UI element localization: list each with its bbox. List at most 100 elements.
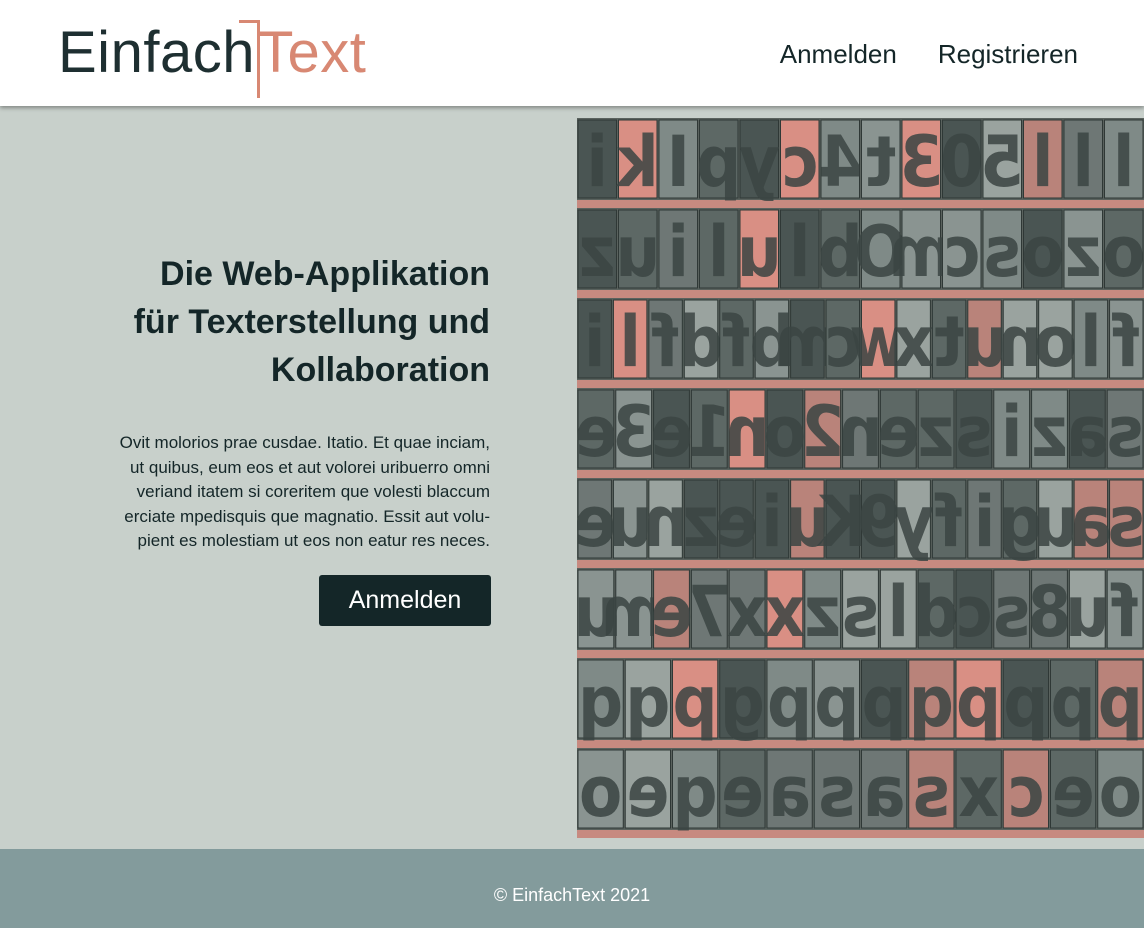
svg-text:z: z [1031, 391, 1068, 473]
svg-text:f: f [1111, 571, 1139, 653]
svg-text:1: 1 [687, 391, 731, 473]
type-block: o [763, 389, 807, 473]
svg-text:z: z [579, 211, 616, 293]
svg-text:p: p [696, 121, 741, 203]
login-button[interactable]: Anmelden [319, 575, 491, 626]
svg-text:x: x [958, 751, 999, 833]
type-block: p [1050, 659, 1097, 743]
type-block: x [727, 569, 768, 653]
type-block: e [577, 389, 617, 473]
svg-text:l: l [1072, 121, 1094, 203]
svg-text:l: l [708, 211, 730, 293]
type-block: l [1073, 299, 1109, 383]
type-block: x [955, 749, 1002, 833]
svg-text:l: l [1113, 121, 1135, 203]
svg-text:o: o [1021, 211, 1064, 293]
svg-text:x: x [765, 571, 806, 653]
type-block: o [1102, 209, 1144, 293]
type-block: l [780, 209, 820, 293]
type-block: 3 [612, 389, 656, 473]
svg-text:k: k [615, 121, 659, 203]
svg-text:p: p [673, 661, 718, 743]
type-block: i [967, 479, 1002, 563]
type-block: p [1097, 659, 1144, 743]
type-block: e [715, 479, 758, 563]
svg-text:i: i [761, 481, 783, 563]
type-block: i [993, 389, 1031, 473]
type-block: p [1002, 659, 1049, 743]
type-block: n [643, 479, 688, 563]
svg-text:p: p [862, 661, 907, 743]
hero-description-line: pient es molestiam ut eos non eatur res … [137, 531, 490, 550]
logo[interactable]: Einfach Text [58, 16, 366, 98]
svg-text:y: y [739, 121, 780, 203]
svg-text:p: p [767, 661, 812, 743]
type-block: e [650, 389, 693, 473]
svg-text:f: f [651, 301, 679, 383]
type-block: a [1066, 389, 1109, 473]
svg-text:f: f [722, 301, 750, 383]
logo-text-einfach: Einfach [58, 20, 255, 85]
svg-text:e: e [577, 391, 617, 473]
svg-text:p: p [1003, 661, 1048, 743]
svg-text:p: p [956, 661, 1001, 743]
type-block: 1 [687, 389, 731, 473]
svg-text:e: e [721, 751, 764, 833]
svg-text:d: d [914, 571, 959, 653]
type-block: s [993, 569, 1030, 653]
type-block: e [650, 569, 693, 653]
svg-text:c: c [943, 211, 980, 293]
svg-text:u: u [615, 211, 660, 293]
svg-text:3: 3 [899, 121, 943, 203]
type-block: x [893, 299, 934, 383]
svg-text:q: q [578, 661, 623, 743]
svg-text:e: e [650, 391, 693, 473]
type-block: o [577, 749, 624, 833]
type-block: 2 [801, 389, 845, 473]
svg-text:q: q [673, 751, 718, 833]
svg-text:i: i [667, 211, 689, 293]
type-block: u [615, 209, 660, 293]
type-block: d [678, 299, 724, 383]
type-block: n [838, 389, 883, 473]
svg-text:n: n [725, 391, 770, 473]
type-block: p [696, 119, 741, 203]
type-block: s [1106, 389, 1144, 473]
type-block: l [699, 209, 739, 293]
svg-text:o: o [1034, 301, 1077, 383]
type-block: i [577, 119, 617, 203]
type-block: y [893, 479, 934, 563]
type-block: t [861, 119, 901, 203]
type-block: e [624, 749, 671, 833]
hero-description: Ovit molorios prae cusdae. Itatio. Et qu… [60, 431, 490, 554]
nav-login-link[interactable]: Anmelden [780, 36, 897, 72]
svg-text:a: a [1066, 391, 1109, 473]
type-block: s [908, 749, 955, 833]
type-block: n [725, 389, 770, 473]
main-nav: Anmelden Registrieren [780, 36, 1078, 72]
type-block: i [577, 299, 612, 383]
svg-text:7: 7 [687, 571, 731, 653]
hero-description-line: veriand itatem si coreritem que volesti … [136, 482, 490, 501]
svg-text:8: 8 [1028, 571, 1072, 653]
svg-text:l: l [1032, 121, 1054, 203]
type-block: z [804, 569, 842, 653]
svg-text:p: p [814, 661, 859, 743]
type-block: l [879, 569, 917, 653]
type-block: i [754, 479, 790, 563]
type-block: p [672, 659, 719, 743]
hero-description-line: erciate mpedisquis que magnatio. Essit a… [124, 506, 490, 526]
svg-text:e: e [650, 571, 693, 653]
svg-text:I: I [667, 121, 690, 203]
svg-text:o: o [1099, 751, 1142, 833]
type-block: c [955, 569, 993, 653]
hero-description-line: Ovit molorios prae cusdae. Itatio. Et qu… [119, 433, 490, 452]
svg-text:x: x [727, 571, 768, 653]
svg-text:s: s [913, 751, 951, 833]
type-block: x [765, 569, 806, 653]
type-block: k [615, 119, 659, 203]
hero-title-line: für Texterstellung und [133, 303, 490, 341]
letterpress-type-image: ikIpyc4t305lllzuilulbOmcsozoilfdfbmcwxtu… [577, 118, 1144, 838]
nav-register-link[interactable]: Registrieren [938, 36, 1078, 72]
svg-text:s: s [993, 571, 1030, 653]
